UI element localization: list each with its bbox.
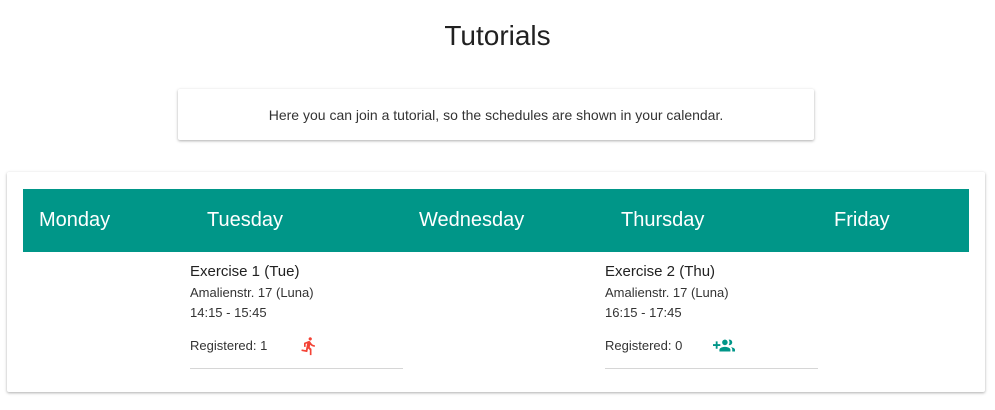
info-text: Here you can join a tutorial, so the sch… [268,106,724,123]
day-wednesday: Wednesday [419,209,525,231]
days-header: Monday Tuesday Wednesday Thursday Friday [23,189,969,252]
tutorial-title: Exercise 2 (Thu) [605,263,716,280]
tutorial-title: Exercise 1 (Tue) [190,263,300,280]
tutorial-entry-thursday: Exercise 2 (Thu) Amalienstr. 17 (Luna) 1… [605,255,818,369]
registered-count: Registered: 1 [190,338,268,353]
tutorial-room: Amalienstr. 17 (Luna) [605,285,729,300]
tutorial-time: 16:15 - 17:45 [605,305,682,320]
tutorials-page: Tutorials Here you can join a tutorial, … [0,0,995,410]
day-monday: Monday [39,209,111,231]
tutorial-entry-tuesday: Exercise 1 (Tue) Amalienstr. 17 (Luna) 1… [190,255,403,369]
run-icon [301,337,315,356]
registered-count: Registered: 0 [605,338,683,353]
leave-tutorial-button[interactable] [296,333,322,359]
schedule-card: Monday Tuesday Wednesday Thursday Friday… [7,172,985,392]
day-tuesday: Tuesday [207,209,283,231]
page-title: Tutorials [444,20,551,51]
day-friday: Friday [834,209,890,231]
tutorial-room: Amalienstr. 17 (Luna) [190,285,314,300]
day-thursday: Thursday [621,209,705,231]
group-add-icon [713,339,735,352]
tutorial-time: 14:15 - 15:45 [190,305,267,320]
info-card: Here you can join a tutorial, so the sch… [178,89,814,140]
join-tutorial-button[interactable] [711,333,737,359]
